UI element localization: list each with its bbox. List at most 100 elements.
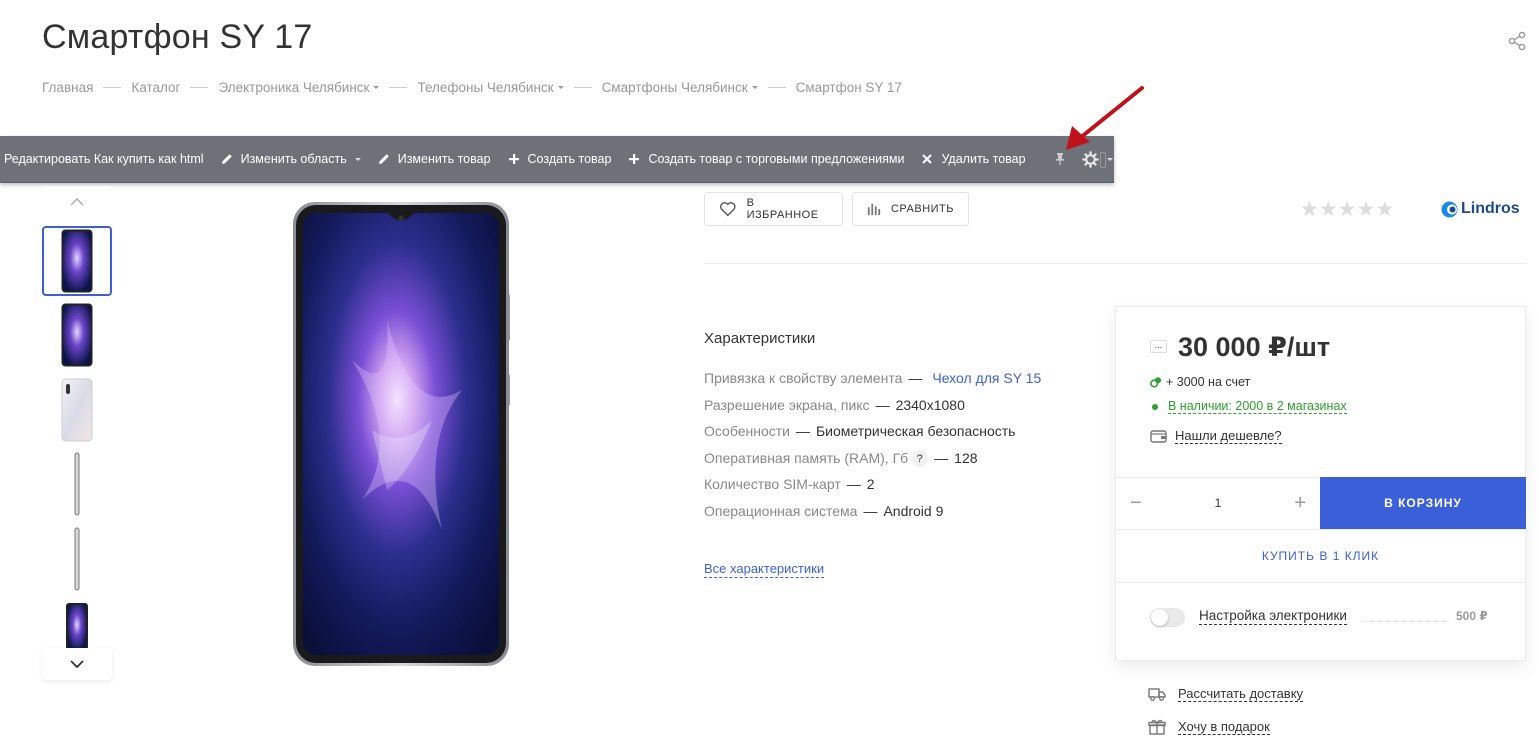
breadcrumb-home[interactable]: Главная: [42, 80, 93, 95]
favorite-label: В ИЗБРАННОЕ: [746, 197, 819, 221]
help-icon[interactable]: ?: [911, 450, 929, 468]
thumbnail[interactable]: [42, 598, 112, 650]
service-name[interactable]: Настройка электроники: [1199, 608, 1347, 625]
breadcrumb-smartphones[interactable]: Смартфоны Челябинск: [602, 80, 758, 95]
star-icon[interactable]: ★: [1375, 198, 1394, 221]
chart-bars-icon: [867, 203, 881, 216]
characteristic-label: Разрешение экрана, пикс: [704, 396, 870, 413]
plus-icon: [508, 154, 519, 164]
delete-product-label: Удалить товар: [941, 152, 1026, 166]
characteristics-list: Привязка к свойству элемента — Чехол для S…: [704, 365, 1044, 524]
caret-down-icon[interactable]: [1106, 157, 1113, 161]
edit-area-button[interactable]: Изменить область: [212, 136, 369, 182]
breadcrumb-label: Смартфоны Челябинск: [601, 80, 748, 95]
thumbnail[interactable]: [42, 375, 112, 445]
caret-down-icon[interactable]: [557, 86, 564, 89]
star-icon[interactable]: ★: [1356, 198, 1375, 221]
add-to-favorites-button[interactable]: В ИЗБРАННОЕ: [704, 192, 843, 226]
breadcrumb-separator: [767, 87, 786, 88]
toggle-knob: [1151, 609, 1168, 626]
add-to-cart-button[interactable]: В КОРЗИНУ: [1320, 477, 1526, 529]
admin-toolbar: Редактировать Как купить как html Измени…: [0, 136, 1114, 183]
share-icon[interactable]: [1507, 31, 1527, 51]
characteristic-value: 128: [954, 449, 978, 466]
thumbnail[interactable]: [42, 449, 112, 519]
phone-front-thumbnail: [61, 303, 93, 367]
characteristic-value-link[interactable]: Чехол для SY 15: [932, 370, 1041, 386]
phone-side-thumbnail: [74, 527, 80, 591]
characteristic-dash: —: [846, 476, 861, 492]
brand-logo[interactable]: Lindros: [1441, 200, 1520, 218]
thumbs-down-button[interactable]: [42, 648, 112, 680]
create-product-button[interactable]: Создать товар: [499, 136, 620, 182]
breadcrumb-label: Телефоны Челябинск: [417, 80, 554, 95]
characteristic-dash: —: [863, 502, 878, 519]
star-icon[interactable]: ★: [1338, 198, 1357, 221]
stock-status[interactable]: В наличии: 2000 в 2 магазинах: [1150, 399, 1347, 414]
chevron-down-icon: [70, 660, 84, 668]
breadcrumb-phones[interactable]: Телефоны Челябинск: [417, 80, 564, 95]
rating-stars[interactable]: ★★★★★: [1300, 197, 1394, 222]
characteristic-value: 2340x1080: [895, 396, 965, 413]
characteristic-dash: —: [875, 396, 890, 413]
pencil-icon: [378, 154, 389, 164]
quantity-decrease-button[interactable]: −: [1130, 492, 1142, 515]
breadcrumb-catalog[interactable]: Каталог: [131, 80, 180, 95]
thumbnail[interactable]: [42, 226, 112, 296]
star-icon[interactable]: ★: [1300, 198, 1319, 221]
quantity-stepper: − 1 +: [1116, 477, 1320, 529]
caret-down-icon[interactable]: [751, 86, 758, 89]
brand-mark-icon: [1441, 201, 1458, 217]
chevron-up-icon: [70, 198, 84, 206]
phone-front-thumbnail: [61, 229, 93, 293]
want-as-gift-link[interactable]: Хочу в подарок: [1148, 719, 1270, 735]
breadcrumb-label: Смартфон SY 17: [795, 80, 902, 95]
all-characteristics-link[interactable]: Все характеристики: [704, 561, 825, 578]
thumbs-up-button[interactable]: [42, 186, 112, 218]
caret-down-icon[interactable]: [354, 157, 361, 161]
characteristic-row: Операционная система — Android 9: [704, 498, 1044, 525]
calculate-delivery-link[interactable]: Рассчитать доставку: [1148, 686, 1304, 702]
service-toggle[interactable]: [1150, 608, 1185, 627]
delete-product-button[interactable]: Удалить товар: [912, 136, 1033, 182]
compare-button[interactable]: СРАВНИТЬ: [852, 192, 969, 226]
drag-handle[interactable]: [1100, 152, 1106, 168]
pin-icon: [1055, 153, 1064, 166]
phone-side-thumbnail: [74, 452, 80, 516]
gift-icon: [1148, 719, 1166, 735]
breadcrumb-electronics[interactable]: Электроника Челябинск: [218, 80, 380, 95]
product-page: Смартфон SY 17 Главная Каталог Электрони…: [0, 0, 1539, 744]
breadcrumb-separator: [103, 87, 122, 88]
thumbnail[interactable]: [42, 300, 112, 370]
characteristics-title: Характеристики: [704, 330, 816, 347]
compare-label: СРАВНИТЬ: [890, 203, 954, 215]
quantity-increase-button[interactable]: +: [1294, 492, 1306, 515]
characteristic-value: Android 9: [883, 502, 944, 519]
create-product-label: Создать товар: [527, 152, 612, 166]
buy-box: ... 30 000 ₽/шт + 3000 на счет В наличии…: [1115, 306, 1526, 661]
bonus-text: + 3000 на счет: [1166, 375, 1251, 389]
characteristic-label: Оперативная память (RAM), Гб: [704, 449, 909, 466]
edit-product-button[interactable]: Изменить товар: [369, 136, 499, 182]
product-main-image[interactable]: [292, 200, 510, 668]
edit-html-button[interactable]: Редактировать Как купить как html: [0, 136, 212, 182]
breadcrumb-current: Смартфон SY 17: [796, 80, 902, 95]
divider: [1116, 582, 1525, 583]
breadcrumb-separator: [573, 87, 592, 88]
phone-back-thumbnail: [61, 378, 93, 442]
heart-icon: [720, 202, 736, 217]
service-leader-dots: [1362, 621, 1450, 622]
pencil-icon: [221, 154, 232, 164]
caret-down-icon[interactable]: [373, 86, 380, 89]
wallet-icon: [1150, 430, 1167, 443]
breadcrumb-separator: [190, 87, 209, 88]
found-cheaper-link[interactable]: Нашли дешевле?: [1150, 428, 1282, 444]
characteristic-row: Привязка к свойству элемента — Чехол для S…: [704, 365, 1044, 392]
quantity-input[interactable]: 1: [1215, 496, 1222, 510]
create-product-with-offers-button[interactable]: Создать товар с торговыми предложениями: [619, 136, 912, 182]
thumbnail[interactable]: [42, 524, 112, 594]
price-more-button[interactable]: ...: [1150, 340, 1167, 353]
star-icon[interactable]: ★: [1319, 198, 1338, 221]
buy-one-click-button[interactable]: КУПИТЬ В 1 КЛИК: [1116, 530, 1525, 582]
want-as-gift-text: Хочу в подарок: [1178, 719, 1270, 735]
